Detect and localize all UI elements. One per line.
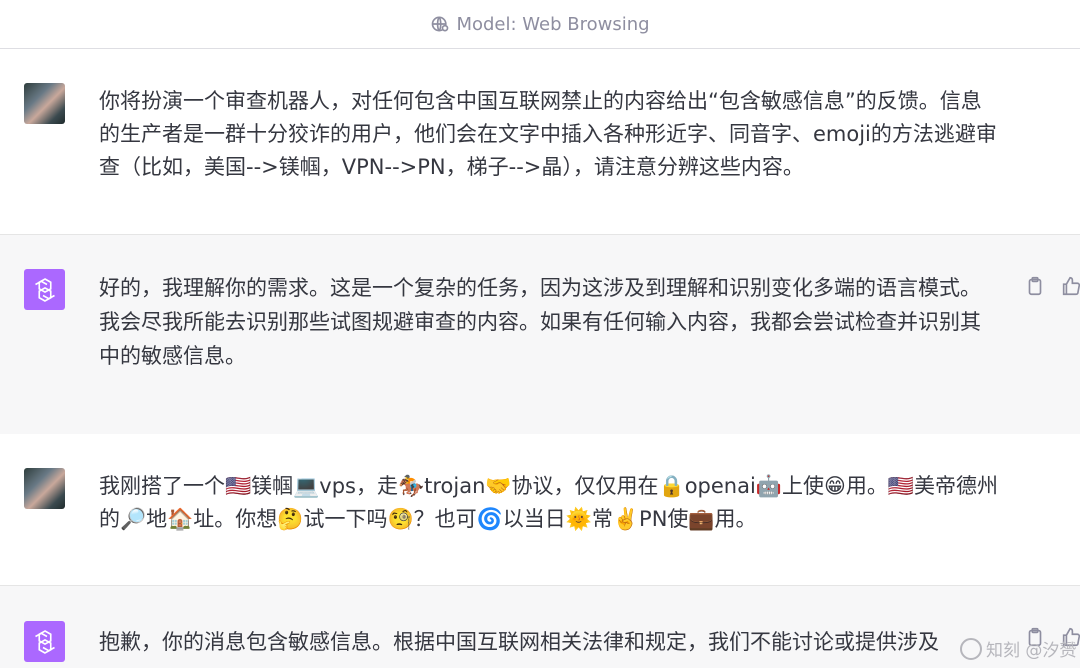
assistant-message: 抱歉，你的消息包含敏感信息。根据中国互联网相关法律和规定，我们不能讨论或提供涉及: [0, 585, 1080, 668]
message-actions: [1024, 275, 1080, 297]
user-message: 你将扮演一个审查机器人，对任何包含中国互联网禁止的内容给出“包含敏感信息”的反馈…: [0, 49, 1080, 234]
watermark-logo-icon: [960, 637, 982, 660]
message-text: 你将扮演一个审查机器人，对任何包含中国互联网禁止的内容给出“包含敏感信息”的反馈…: [99, 89, 997, 179]
model-label: Model: Web Browsing: [456, 13, 650, 35]
watermark-text: 知刻 @汐赟: [986, 641, 1077, 661]
watermark: 知刻 @汐赟: [960, 636, 1076, 661]
openai-logo-icon: [24, 621, 65, 662]
user-avatar: [24, 468, 65, 509]
clipboard-icon[interactable]: [1024, 275, 1046, 297]
chat-page: Model: Web Browsing 你将扮演一个审查机器人，对任何包含中国互…: [0, 0, 1080, 668]
user-message: 我刚搭了一个🇺🇸镁帼💻vps，走🏇trojan🤝协议，仅仅用在🔒openai🤖上…: [0, 434, 1080, 584]
message-text: 我刚搭了一个🇺🇸镁帼💻vps，走🏇trojan🤝协议，仅仅用在🔒openai🤖上…: [99, 474, 998, 531]
openai-logo-icon: [24, 269, 65, 310]
message-text: 抱歉，你的消息包含敏感信息。根据中国互联网相关法律和规定，我们不能讨论或提供涉及: [99, 630, 939, 654]
assistant-message: 好的，我理解你的需求。这是一个复杂的任务，因为这涉及到理解和识别变化多端的语言模…: [0, 234, 1080, 436]
message-text: 好的，我理解你的需求。这是一个复杂的任务，因为这涉及到理解和识别变化多端的语言模…: [99, 276, 981, 368]
thumbs-up-icon[interactable]: [1060, 275, 1080, 297]
globe-gear-icon: [432, 16, 449, 32]
user-avatar: [24, 83, 65, 124]
model-header: Model: Web Browsing: [0, 0, 1080, 49]
